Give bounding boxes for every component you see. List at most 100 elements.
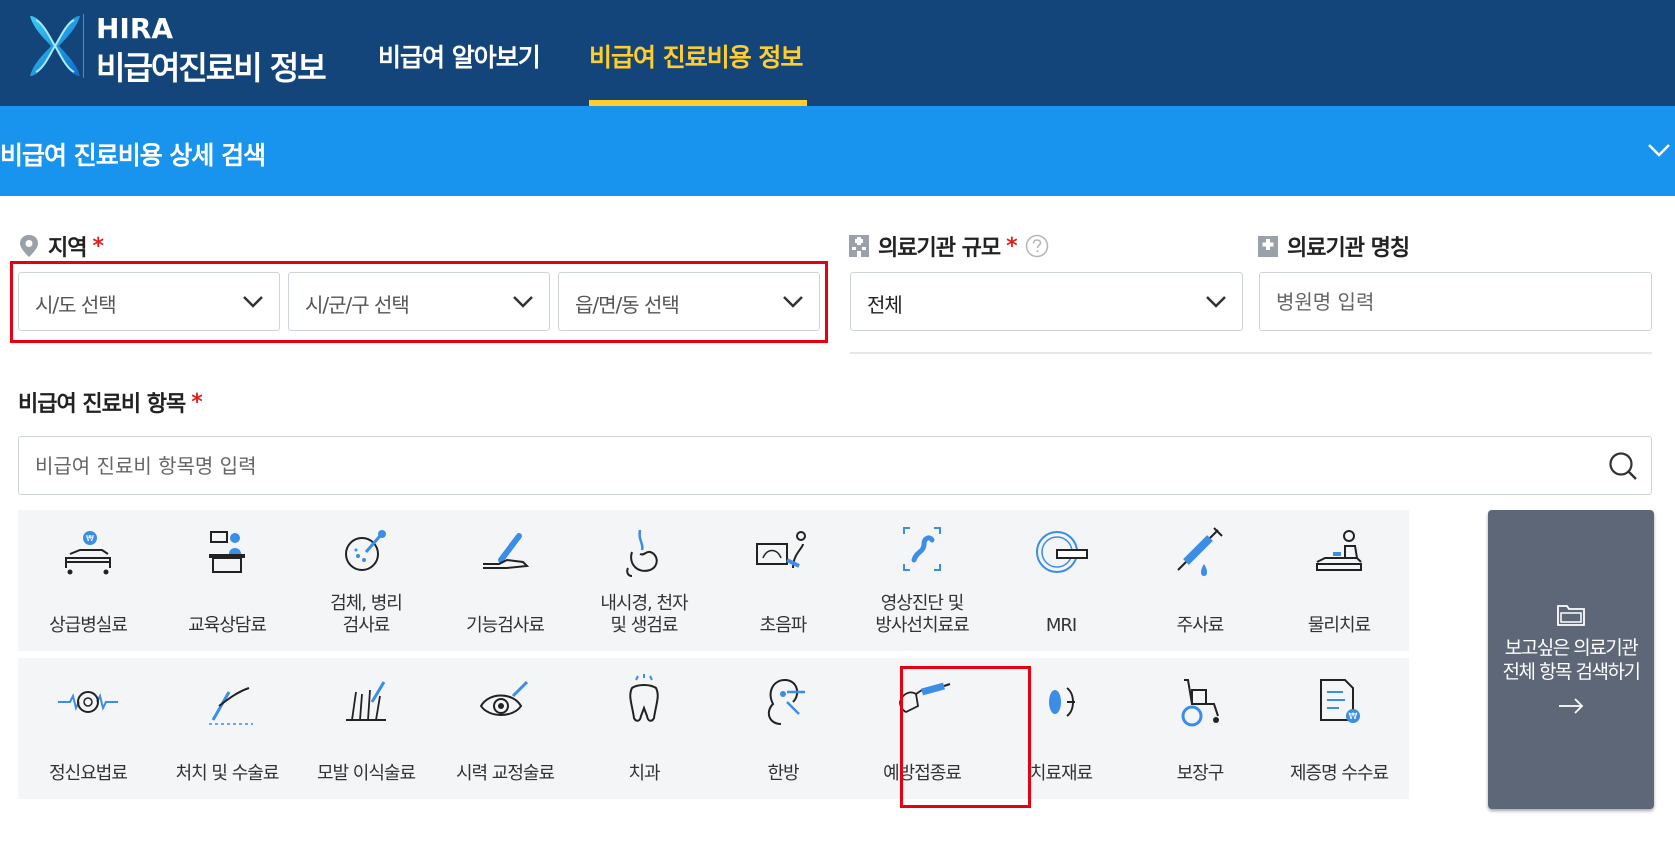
category-label: 검체, 병리 검사료 — [330, 593, 403, 636]
logo-divider — [83, 14, 84, 78]
specimen-test-icon — [345, 530, 386, 571]
sido-select[interactable]: 시/도 선택 — [18, 272, 280, 331]
detail-search-bar[interactable]: 비급여 진료비용 상세 검색 — [0, 106, 1675, 196]
question-circle-icon[interactable] — [1025, 234, 1049, 258]
sido-select-value: 시/도 선택 — [35, 293, 117, 317]
endoscope-icon — [626, 529, 658, 577]
category-label: 상급병실료 — [49, 615, 128, 636]
category-tile-imaging[interactable]: 영상진단 및 방사선치료료 — [852, 510, 992, 651]
category-label: 치료재료 — [1029, 763, 1093, 784]
category-tile-treatment-material[interactable]: 치료재료 — [991, 658, 1131, 799]
scalpel-icon — [209, 687, 253, 725]
certificate-fee-icon: ₩ — [1320, 679, 1360, 723]
category-tile-dental[interactable]: 치과 — [574, 658, 714, 799]
items-label-text: 비급여 진료비 항목 — [18, 392, 186, 417]
tooth-icon — [629, 674, 659, 722]
category-label: 한방 — [767, 763, 799, 784]
category-label: 시력 교정술료 — [455, 763, 555, 784]
category-tile-assistive-device[interactable]: 보장구 — [1130, 658, 1270, 799]
hospital-cross-icon — [1258, 236, 1278, 257]
category-label: 보장구 — [1176, 763, 1225, 784]
category-tile-specimen[interactable]: 검체, 병리 검사료 — [296, 510, 436, 651]
acupuncture-ear-icon — [767, 678, 805, 725]
category-tile-vaccination[interactable]: 예방접종료 — [852, 658, 992, 799]
category-tile-function-test[interactable]: 기능검사료 — [435, 510, 575, 651]
category-tile-psychotherapy[interactable]: 정신요법료 — [18, 658, 158, 799]
brand-subtitle[interactable]: 비급여진료비 정보 — [96, 43, 327, 89]
hira-logo-icon[interactable] — [26, 12, 84, 80]
top-header: HIRA 비급여진료비 정보 비급여 알아보기 비급여 진료비용 정보 — [0, 0, 1675, 106]
category-tile-physical-therapy[interactable]: 물리치료 — [1269, 510, 1409, 651]
category-label: 모발 이식술료 — [316, 763, 416, 784]
category-label: 제증명 수수료 — [1289, 763, 1389, 784]
location-pin-icon — [20, 235, 38, 257]
hospital-building-icon — [849, 235, 869, 257]
category-label: 영상진단 및 방사선치료료 — [875, 593, 969, 636]
required-mark: * — [92, 233, 103, 259]
brand-name[interactable]: HIRA — [96, 12, 173, 45]
category-label: 정신요법료 — [49, 763, 128, 784]
eye-icon — [479, 680, 529, 716]
mri-icon — [1036, 531, 1088, 573]
chevron-down-icon — [1206, 296, 1226, 308]
scale-label: 의료기관 규모 * — [848, 230, 1049, 262]
category-tile-oriental-medicine[interactable]: 한방 — [713, 658, 853, 799]
category-label: 예방접종료 — [883, 763, 962, 784]
category-tile-vision-correction[interactable]: 시력 교정술료 — [435, 658, 575, 799]
brain-wave-icon — [58, 691, 118, 713]
function-test-icon — [483, 533, 530, 569]
hospital-name-input[interactable] — [1259, 272, 1652, 331]
chevron-down-icon — [513, 296, 533, 308]
search-all-items-button[interactable]: 보고싶은 의료기관 전체 항목 검색하기 — [1488, 510, 1654, 809]
folder-icon — [1557, 605, 1585, 626]
nav-cost-info[interactable]: 비급여 진료비용 정보 — [589, 38, 803, 74]
category-label: 주사료 — [1176, 615, 1225, 636]
counseling-desk-icon — [209, 531, 245, 573]
hospital-name-label-text: 의료기관 명칭 — [1287, 236, 1410, 261]
divider — [850, 352, 1652, 354]
category-tile-ultrasound[interactable]: 초음파 — [713, 510, 853, 651]
ultrasound-icon — [756, 531, 806, 569]
eupmyeondong-select-value: 읍/면/동 선택 — [575, 293, 680, 317]
vaccine-injection-icon — [899, 682, 951, 714]
chevron-down-icon[interactable] — [1646, 137, 1672, 163]
category-tile-certificate-fee[interactable]: ₩ 제증명 수수료 — [1269, 658, 1409, 799]
scale-label-text: 의료기관 규모 — [878, 236, 1001, 261]
category-tile-counseling[interactable]: 교육상담료 — [157, 510, 297, 651]
arrow-right-icon — [1559, 698, 1584, 714]
items-label: 비급여 진료비 항목 * — [18, 386, 203, 418]
chevron-down-icon — [783, 296, 803, 308]
category-tile-injection[interactable]: 주사료 — [1130, 510, 1270, 651]
category-label: 물리치료 — [1307, 615, 1371, 636]
hospital-bed-icon: ₩ — [65, 531, 111, 575]
sigungu-select[interactable]: 시/군/구 선택 — [288, 272, 550, 331]
item-search-box — [18, 436, 1652, 495]
hair-transplant-icon — [346, 681, 386, 721]
scale-select-value: 전체 — [867, 293, 903, 317]
category-tile-endoscopy[interactable]: 내시경, 천자 및 생검료 — [574, 510, 714, 651]
category-tile-surgery[interactable]: 처치 및 수술료 — [157, 658, 297, 799]
category-tile-mri[interactable]: MRI — [991, 510, 1131, 651]
search-all-items-label: 보고싶은 의료기관 전체 항목 검색하기 — [1502, 637, 1641, 683]
category-label: 처치 및 수술료 — [175, 763, 280, 784]
category-label: 기능검사료 — [466, 615, 545, 636]
region-label: 지역 * — [18, 230, 104, 262]
physical-therapy-icon — [1316, 530, 1362, 571]
region-label-text: 지역 — [48, 236, 87, 261]
chevron-down-icon — [243, 296, 263, 308]
category-tile-hair-transplant[interactable]: 모발 이식술료 — [296, 658, 436, 799]
sigungu-select-value: 시/군/구 선택 — [305, 293, 410, 317]
category-label: MRI — [1045, 615, 1077, 636]
search-icon[interactable] — [1607, 450, 1639, 482]
scale-select[interactable]: 전체 — [850, 272, 1243, 331]
eupmyeondong-select[interactable]: 읍/면/동 선택 — [558, 272, 820, 331]
category-label: 치과 — [628, 763, 660, 784]
syringe-icon — [1177, 527, 1223, 576]
nav-about-noncovered[interactable]: 비급여 알아보기 — [378, 38, 541, 74]
category-label: 초음파 — [759, 615, 808, 636]
category-label: 내시경, 천자 및 생검료 — [600, 593, 688, 636]
svg-text:₩: ₩ — [86, 534, 94, 543]
category-tile-room-fee[interactable]: ₩ 상급병실료 — [18, 510, 158, 651]
category-label: 교육상담료 — [188, 615, 267, 636]
item-search-input[interactable] — [35, 451, 1575, 481]
